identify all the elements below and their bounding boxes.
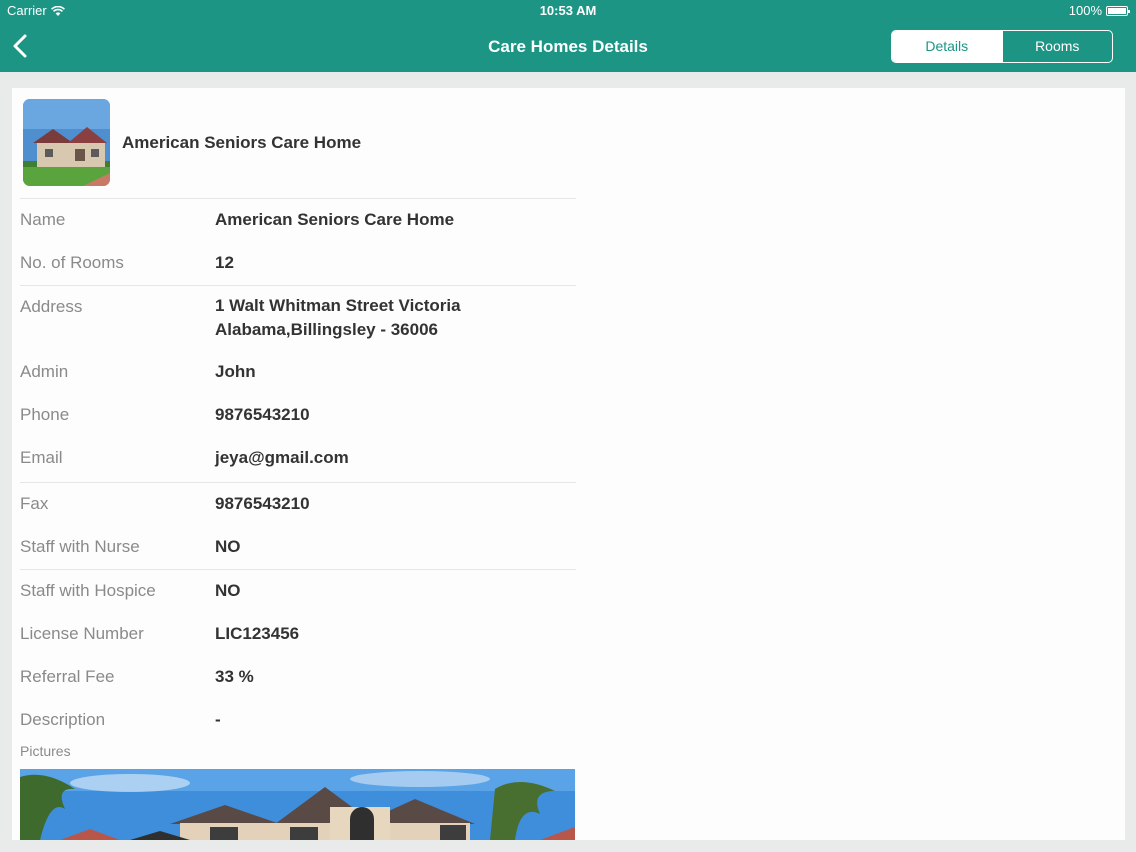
field-value: - <box>215 710 221 729</box>
chevron-left-icon <box>13 34 27 58</box>
battery-percent: 100% <box>1068 3 1102 18</box>
field-label: Name <box>20 210 66 229</box>
field-license: License Number LIC123456 <box>20 613 576 656</box>
navigation-bar: Carrier 10:53 AM 100% Care Homes Details… <box>0 0 1136 72</box>
field-value-line2: Alabama,Billingsley - 36006 <box>215 320 438 339</box>
field-value: John <box>215 362 256 381</box>
field-name: Name American Seniors Care Home <box>20 199 576 242</box>
field-label: Description <box>20 710 106 729</box>
field-value[interactable]: 9876543210 <box>215 403 310 427</box>
field-value: 1 Walt Whitman Street Victoria <box>215 296 461 315</box>
back-button[interactable] <box>10 32 34 60</box>
field-value[interactable]: jeya@gmail.com <box>215 446 349 470</box>
field-rooms: No. of Rooms 12 <box>20 242 576 285</box>
pictures-label: Pictures <box>20 743 71 759</box>
field-label: Email <box>20 448 63 467</box>
field-value: American Seniors Care Home <box>215 210 455 229</box>
details-list: Name American Seniors Care Home No. of R… <box>20 198 576 742</box>
field-value: LIC123456 <box>215 624 300 643</box>
segmented-control: Details Rooms <box>891 30 1113 63</box>
care-home-picture[interactable] <box>20 769 575 840</box>
field-label: Address <box>20 297 83 316</box>
bottom-background <box>0 840 1136 852</box>
field-phone: Phone 9876543210 <box>20 396 576 439</box>
field-email: Email jeya@gmail.com <box>20 439 576 482</box>
status-bar: Carrier 10:53 AM 100% <box>0 0 1136 22</box>
field-value: NO <box>215 537 241 556</box>
field-fax: Fax 9876543210 <box>20 483 576 526</box>
field-value: 33 % <box>215 667 254 686</box>
field-staff-nurse: Staff with Nurse NO <box>20 526 576 569</box>
field-address: Address 1 Walt Whitman Street Victoria A… <box>20 286 576 353</box>
field-description: Description - <box>20 699 576 742</box>
details-card: American Seniors Care Home Name American… <box>12 88 1125 840</box>
house-photo-icon <box>20 769 575 840</box>
field-value: 9876543210 <box>215 494 310 513</box>
field-label: Referral Fee <box>20 667 115 686</box>
nav-header: Care Homes Details Details Rooms <box>0 22 1136 72</box>
field-label: Phone <box>20 405 70 424</box>
battery-indicator: 100% <box>1068 0 1130 22</box>
field-label: Fax <box>20 494 49 513</box>
care-home-thumbnail[interactable] <box>23 99 110 186</box>
field-admin: Admin John <box>20 353 576 396</box>
field-label: No. of Rooms <box>20 253 124 272</box>
tab-details[interactable]: Details <box>892 31 1002 62</box>
field-value: 12 <box>215 253 234 272</box>
field-referral-fee: Referral Fee 33 % <box>20 656 576 699</box>
care-home-title: American Seniors Care Home <box>122 133 362 152</box>
field-value: NO <box>215 581 241 600</box>
field-label: Staff with Hospice <box>20 581 156 600</box>
status-time: 10:53 AM <box>539 3 597 18</box>
field-label: Admin <box>20 362 69 381</box>
field-staff-hospice: Staff with Hospice NO <box>20 570 576 613</box>
house-photo-icon <box>23 99 110 186</box>
field-label: License Number <box>20 624 144 643</box>
tab-rooms[interactable]: Rooms <box>1001 31 1113 62</box>
battery-icon <box>1106 6 1130 16</box>
field-label: Staff with Nurse <box>20 537 140 556</box>
